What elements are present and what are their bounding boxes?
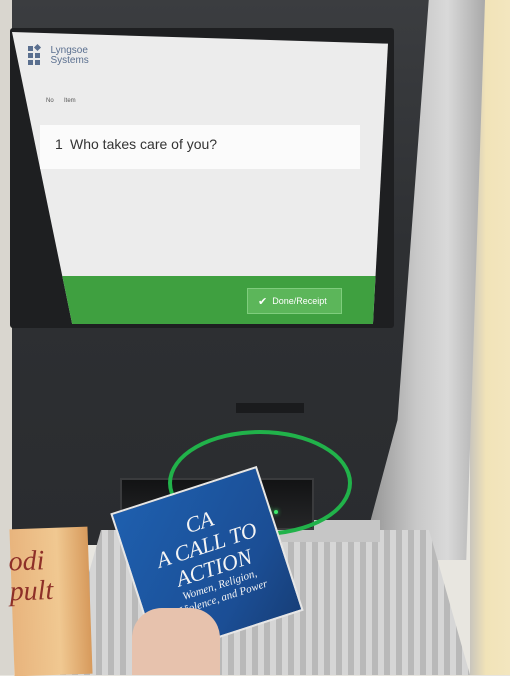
- column-header-no: No: [46, 98, 54, 104]
- row-item-title: Who takes care of you?: [70, 136, 218, 152]
- done-receipt-button[interactable]: ✔ Done/Receipt: [247, 288, 342, 314]
- check-icon: ✔: [258, 295, 268, 308]
- book-left-cover-text: odi pult: [8, 545, 54, 608]
- lyngsoe-logo: Lyngsoe Systems: [28, 43, 89, 68]
- done-receipt-label: Done/Receipt: [272, 296, 327, 306]
- logo-mark-icon: [28, 43, 44, 68]
- column-header-item: Item: [64, 98, 76, 104]
- book-left: odi pult: [8, 526, 93, 676]
- row-number: 1: [55, 136, 63, 152]
- logo-line-2: Systems: [50, 55, 89, 66]
- kiosk-screen: Lyngsoe Systems No Item 1 Who takes care…: [12, 32, 388, 324]
- hand: [132, 608, 220, 675]
- card-slot: [236, 403, 304, 413]
- table-row: 1 Who takes care of you?: [40, 125, 360, 169]
